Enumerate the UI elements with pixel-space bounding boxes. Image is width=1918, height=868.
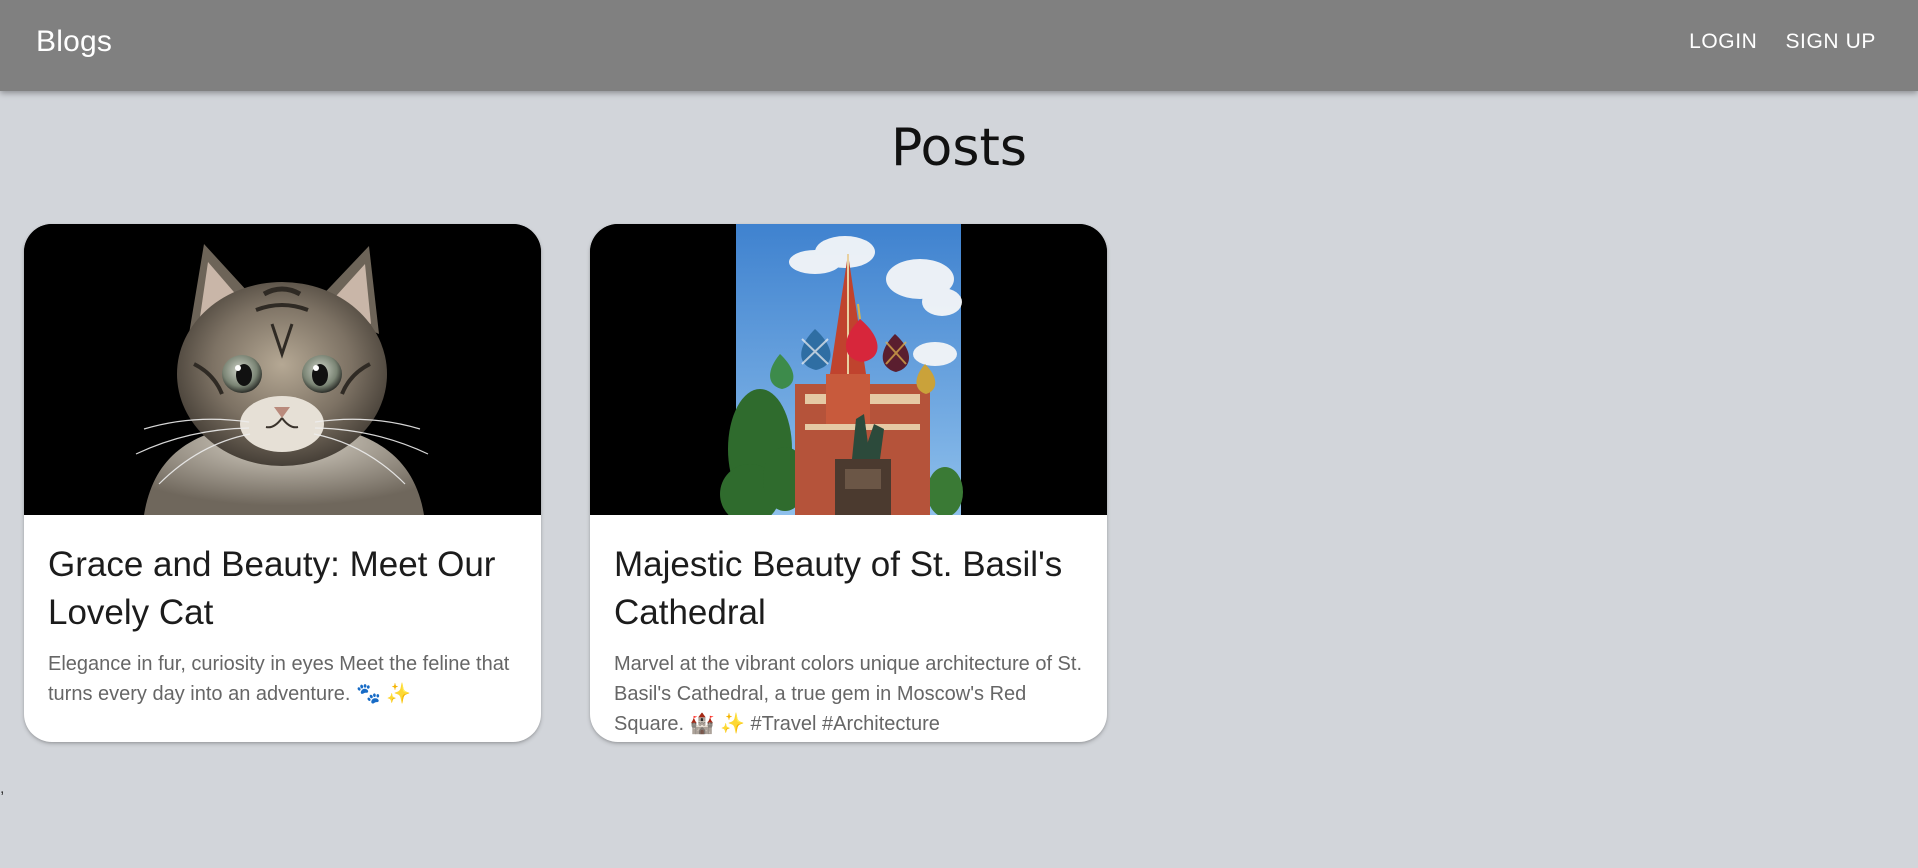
post-card-body: Majestic Beauty of St. Basil's Cathedral… (590, 515, 1107, 739)
cathedral-photo (590, 224, 1107, 515)
post-image-kitten[interactable] (24, 224, 541, 515)
signup-link[interactable]: SIGN UP (1785, 30, 1876, 54)
kitten-photo (24, 224, 541, 515)
brand-title[interactable]: Blogs (36, 25, 112, 59)
login-link[interactable]: LOGIN (1689, 30, 1757, 54)
post-card-body: Grace and Beauty: Meet Our Lovely Cat El… (24, 515, 541, 709)
page-title: Posts (891, 118, 1027, 178)
post-title[interactable]: Majestic Beauty of St. Basil's Cathedral (614, 541, 1083, 637)
post-title[interactable]: Grace and Beauty: Meet Our Lovely Cat (48, 541, 517, 637)
stray-text: , (0, 780, 5, 797)
post-excerpt: Marvel at the vibrant colors unique arch… (614, 653, 1083, 735)
nav-links: LOGIN SIGN UP (1689, 30, 1876, 54)
post-card[interactable]: Grace and Beauty: Meet Our Lovely Cat El… (24, 224, 541, 742)
post-image-cathedral[interactable] (590, 224, 1107, 515)
post-excerpt: Elegance in fur, curiosity in eyes Meet … (48, 653, 510, 705)
post-card[interactable]: Majestic Beauty of St. Basil's Cathedral… (590, 224, 1107, 742)
app-bar: Blogs LOGIN SIGN UP (0, 0, 1918, 91)
